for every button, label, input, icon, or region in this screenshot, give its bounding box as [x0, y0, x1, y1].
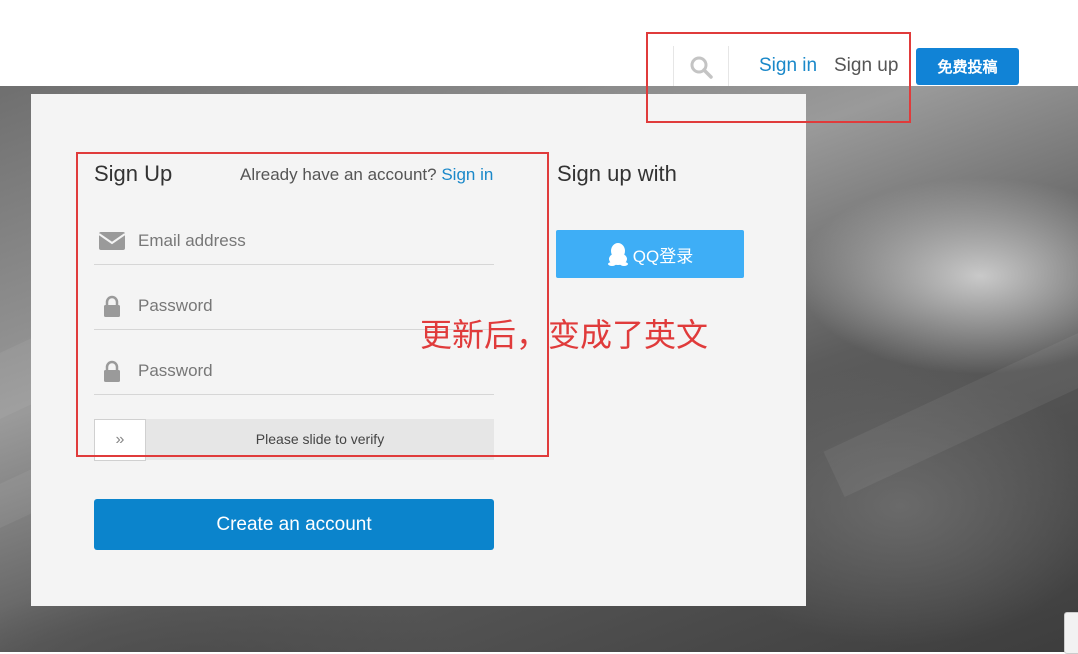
annotation-box-form — [76, 152, 549, 457]
top-navbar: Sign in Sign up 免费投稿 — [0, 0, 1078, 88]
annotation-box-header — [646, 32, 911, 123]
background-highlight — [823, 324, 1078, 498]
qq-login-button[interactable]: QQ登录 — [556, 230, 744, 278]
side-widget-tab[interactable] — [1064, 612, 1078, 654]
signup-with-title: Sign up with — [557, 161, 677, 186]
annotation-note: 更新后，变成了英文 — [420, 316, 709, 354]
qq-login-label: QQ登录 — [632, 246, 694, 266]
submit-article-button[interactable]: 免费投稿 — [916, 48, 1019, 85]
create-account-button[interactable]: Create an account — [94, 499, 494, 550]
qq-penguin-icon — [607, 243, 628, 266]
